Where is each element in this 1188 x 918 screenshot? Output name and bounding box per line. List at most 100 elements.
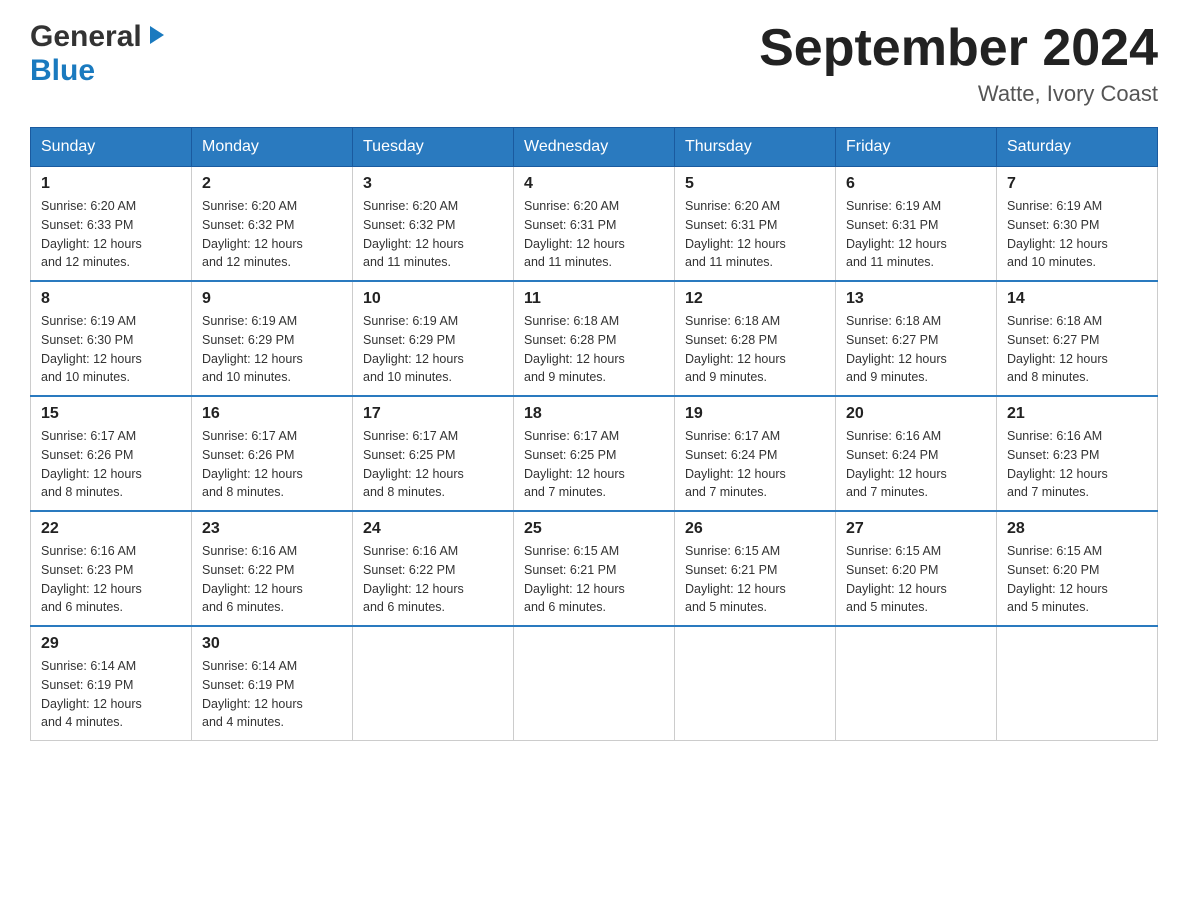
day-info: Sunrise: 6:16 AMSunset: 6:22 PMDaylight:… [202, 542, 342, 617]
day-info: Sunrise: 6:19 AMSunset: 6:29 PMDaylight:… [363, 312, 503, 387]
day-number: 23 [202, 520, 342, 538]
day-number: 10 [363, 290, 503, 308]
calendar-cell: 30Sunrise: 6:14 AMSunset: 6:19 PMDayligh… [192, 626, 353, 741]
calendar-cell: 15 Sunrise: 6:17 AMSunset: 6:26 PMDayligh… [31, 396, 192, 511]
day-number: 29 [41, 635, 181, 653]
calendar-cell: 9Sunrise: 6:19 AMSunset: 6:29 PMDaylight… [192, 281, 353, 396]
day-number: 15 [41, 405, 181, 423]
page-header: General Blue September 2024 Watte, Ivory… [30, 20, 1158, 107]
day-info: Sunrise: 6:15 AMSunset: 6:20 PMDaylight:… [846, 542, 986, 617]
calendar-cell: 25 Sunrise: 6:15 AMSunset: 6:21 PMDayligh… [514, 511, 675, 626]
day-number: 27 [846, 520, 986, 538]
day-info: Sunrise: 6:20 AMSunset: 6:33 PMDaylight:… [41, 197, 181, 272]
day-number: 16 [202, 405, 342, 423]
day-number: 8 [41, 290, 181, 308]
logo-general-text: General [30, 20, 142, 54]
day-number: 20 [846, 405, 986, 423]
day-number: 4 [524, 175, 664, 193]
calendar-cell: 28 Sunrise: 6:15 AMSunset: 6:20 PMDayligh… [997, 511, 1158, 626]
calendar-cell: 10 Sunrise: 6:19 AMSunset: 6:29 PMDayligh… [353, 281, 514, 396]
day-info: Sunrise: 6:18 AMSunset: 6:27 PMDaylight:… [846, 312, 986, 387]
logo-line2: Blue [30, 54, 95, 88]
calendar-header-row: SundayMondayTuesdayWednesdayThursdayFrid… [31, 128, 1158, 167]
day-info: Sunrise: 6:16 AMSunset: 6:22 PMDaylight:… [363, 542, 503, 617]
day-info: Sunrise: 6:17 AMSunset: 6:26 PMDaylight:… [202, 427, 342, 502]
calendar-cell [353, 626, 514, 741]
day-info: Sunrise: 6:18 AMSunset: 6:27 PMDaylight:… [1007, 312, 1147, 387]
day-info: Sunrise: 6:19 AMSunset: 6:30 PMDaylight:… [1007, 197, 1147, 272]
day-number: 28 [1007, 520, 1147, 538]
day-info: Sunrise: 6:20 AMSunset: 6:32 PMDaylight:… [363, 197, 503, 272]
day-number: 30 [202, 635, 342, 653]
calendar-cell: 29 Sunrise: 6:14 AMSunset: 6:19 PMDayligh… [31, 626, 192, 741]
logo-line1: General [30, 20, 168, 54]
day-number: 18 [524, 405, 664, 423]
day-info: Sunrise: 6:19 AMSunset: 6:31 PMDaylight:… [846, 197, 986, 272]
day-number: 7 [1007, 175, 1147, 193]
logo-blue-text: Blue [30, 54, 95, 88]
calendar-cell: 5Sunrise: 6:20 AMSunset: 6:31 PMDaylight… [675, 167, 836, 282]
day-info: Sunrise: 6:17 AMSunset: 6:26 PMDaylight:… [41, 427, 181, 502]
day-number: 11 [524, 290, 664, 308]
calendar-cell [836, 626, 997, 741]
day-number: 3 [363, 175, 503, 193]
day-number: 13 [846, 290, 986, 308]
calendar-week-2: 8 Sunrise: 6:19 AMSunset: 6:30 PMDaylight… [31, 281, 1158, 396]
header-sunday: Sunday [31, 128, 192, 167]
day-number: 17 [363, 405, 503, 423]
title-section: September 2024 Watte, Ivory Coast [759, 20, 1158, 107]
calendar-cell: 16 Sunrise: 6:17 AMSunset: 6:26 PMDayligh… [192, 396, 353, 511]
calendar-week-1: 1Sunrise: 6:20 AMSunset: 6:33 PMDaylight… [31, 167, 1158, 282]
calendar-cell: 3 Sunrise: 6:20 AMSunset: 6:32 PMDaylight… [353, 167, 514, 282]
calendar-cell: 12 Sunrise: 6:18 AMSunset: 6:28 PMDayligh… [675, 281, 836, 396]
header-monday: Monday [192, 128, 353, 167]
day-number: 19 [685, 405, 825, 423]
calendar-cell: 27 Sunrise: 6:15 AMSunset: 6:20 PMDayligh… [836, 511, 997, 626]
calendar-cell: 23 Sunrise: 6:16 AMSunset: 6:22 PMDayligh… [192, 511, 353, 626]
calendar-week-5: 29 Sunrise: 6:14 AMSunset: 6:19 PMDayligh… [31, 626, 1158, 741]
calendar-cell: 11 Sunrise: 6:18 AMSunset: 6:28 PMDayligh… [514, 281, 675, 396]
calendar-cell: 2Sunrise: 6:20 AMSunset: 6:32 PMDaylight… [192, 167, 353, 282]
day-info: Sunrise: 6:15 AMSunset: 6:20 PMDaylight:… [1007, 542, 1147, 617]
day-info: Sunrise: 6:19 AMSunset: 6:30 PMDaylight:… [41, 312, 181, 387]
header-tuesday: Tuesday [353, 128, 514, 167]
day-info: Sunrise: 6:15 AMSunset: 6:21 PMDaylight:… [685, 542, 825, 617]
day-number: 25 [524, 520, 664, 538]
day-info: Sunrise: 6:18 AMSunset: 6:28 PMDaylight:… [524, 312, 664, 387]
calendar-table: SundayMondayTuesdayWednesdayThursdayFrid… [30, 127, 1158, 741]
header-friday: Friday [836, 128, 997, 167]
day-number: 12 [685, 290, 825, 308]
day-info: Sunrise: 6:17 AMSunset: 6:24 PMDaylight:… [685, 427, 825, 502]
day-info: Sunrise: 6:20 AMSunset: 6:32 PMDaylight:… [202, 197, 342, 272]
day-info: Sunrise: 6:18 AMSunset: 6:28 PMDaylight:… [685, 312, 825, 387]
logo-arrow-icon [146, 24, 168, 51]
calendar-cell: 18Sunrise: 6:17 AMSunset: 6:25 PMDayligh… [514, 396, 675, 511]
calendar-cell [997, 626, 1158, 741]
logo: General Blue [30, 20, 168, 88]
calendar-cell [514, 626, 675, 741]
calendar-cell: 20Sunrise: 6:16 AMSunset: 6:24 PMDayligh… [836, 396, 997, 511]
day-info: Sunrise: 6:15 AMSunset: 6:21 PMDaylight:… [524, 542, 664, 617]
calendar-cell: 24 Sunrise: 6:16 AMSunset: 6:22 PMDayligh… [353, 511, 514, 626]
month-title: September 2024 [759, 20, 1158, 77]
day-info: Sunrise: 6:20 AMSunset: 6:31 PMDaylight:… [524, 197, 664, 272]
calendar-week-3: 15 Sunrise: 6:17 AMSunset: 6:26 PMDayligh… [31, 396, 1158, 511]
calendar-cell [675, 626, 836, 741]
day-number: 6 [846, 175, 986, 193]
day-number: 24 [363, 520, 503, 538]
day-info: Sunrise: 6:19 AMSunset: 6:29 PMDaylight:… [202, 312, 342, 387]
calendar-cell: 13 Sunrise: 6:18 AMSunset: 6:27 PMDayligh… [836, 281, 997, 396]
day-number: 14 [1007, 290, 1147, 308]
day-info: Sunrise: 6:14 AMSunset: 6:19 PMDaylight:… [41, 657, 181, 732]
header-saturday: Saturday [997, 128, 1158, 167]
calendar-cell: 19 Sunrise: 6:17 AMSunset: 6:24 PMDayligh… [675, 396, 836, 511]
calendar-cell: 7 Sunrise: 6:19 AMSunset: 6:30 PMDaylight… [997, 167, 1158, 282]
day-number: 26 [685, 520, 825, 538]
calendar-cell: 26 Sunrise: 6:15 AMSunset: 6:21 PMDayligh… [675, 511, 836, 626]
calendar-week-4: 22Sunrise: 6:16 AMSunset: 6:23 PMDayligh… [31, 511, 1158, 626]
calendar-cell: 21Sunrise: 6:16 AMSunset: 6:23 PMDayligh… [997, 396, 1158, 511]
calendar-cell: 14 Sunrise: 6:18 AMSunset: 6:27 PMDayligh… [997, 281, 1158, 396]
day-number: 5 [685, 175, 825, 193]
calendar-cell: 6 Sunrise: 6:19 AMSunset: 6:31 PMDaylight… [836, 167, 997, 282]
header-wednesday: Wednesday [514, 128, 675, 167]
